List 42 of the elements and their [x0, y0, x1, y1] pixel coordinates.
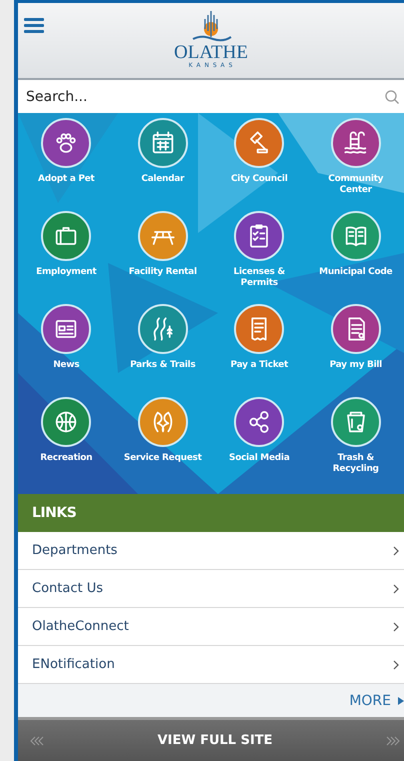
app-tile[interactable]: Licenses & Permits [211, 211, 308, 304]
view-full-site-button[interactable]: VIEW FULL SITE [157, 733, 273, 748]
chevron-icon [392, 658, 400, 670]
tile-label: Licenses & Permits [232, 267, 286, 289]
tile-label: Adopt a Pet [38, 174, 94, 185]
tile-label: City Council [231, 174, 288, 185]
app-tile[interactable]: Community Center [308, 118, 404, 211]
menu-icon[interactable] [24, 17, 44, 33]
app-tile[interactable]: Employment [18, 211, 114, 304]
more-link[interactable]: MORE [349, 692, 404, 708]
triangle-icon [398, 696, 404, 704]
tile-label: Pay a Ticket [230, 360, 288, 371]
tile-label: Social Media [229, 453, 290, 464]
double-chevron-left-icon [30, 736, 44, 746]
tile-label: News [53, 360, 80, 371]
double-chevron-right-icon [386, 736, 400, 746]
tile-label: Service Request [124, 453, 202, 464]
tile-label: Facility Rental [128, 267, 197, 278]
search-icon[interactable] [384, 88, 400, 104]
chevron-icon [392, 544, 400, 556]
app-tile[interactable]: City Council [211, 118, 308, 211]
links-title: LINKS [32, 505, 76, 521]
tile-label: Employment [36, 267, 96, 278]
chevron-icon [392, 620, 400, 632]
tile-label: Recreation [40, 453, 92, 464]
chevron-icon [392, 582, 400, 594]
app-tile[interactable]: Pay a Ticket [211, 304, 308, 397]
app-tile[interactable]: Parks & Trails [114, 304, 211, 397]
tile-label: Pay my Bill [330, 360, 382, 371]
tile-label: Calendar [141, 174, 184, 185]
app-tile[interactable]: Adopt a Pet [18, 118, 114, 211]
tile-label: Municipal Code [319, 267, 392, 278]
app-tile[interactable]: Facility Rental [114, 211, 211, 304]
tile-label: Parks & Trails [130, 360, 196, 371]
app-tile[interactable]: Service Request [114, 397, 211, 490]
search-field[interactable]: Search... [26, 88, 384, 104]
app-tile[interactable]: Trash & Recycling [308, 397, 404, 490]
app-tile[interactable]: Social Media [211, 397, 308, 490]
app-tile[interactable]: Municipal Code [308, 211, 404, 304]
tile-label: Trash & Recycling [332, 453, 380, 475]
logo-name: OLATHE [174, 43, 248, 62]
tile-label: Community Center [327, 174, 384, 196]
